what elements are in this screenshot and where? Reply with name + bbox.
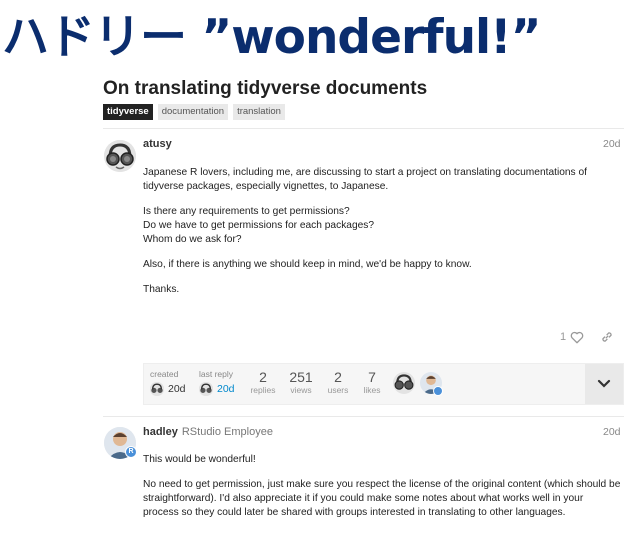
avatar-atusy-mini bbox=[199, 382, 213, 396]
post1-paragraph: Also, if there is anything we should kee… bbox=[143, 259, 472, 270]
post1-paragraph: Thanks. bbox=[143, 284, 180, 295]
views-stat: 251 views bbox=[286, 369, 316, 395]
users-label: users bbox=[327, 385, 349, 395]
topic-last-reply[interactable]: last reply 20d bbox=[199, 369, 235, 396]
avatar-atusy-mini bbox=[150, 382, 164, 396]
participant-avatar-atusy[interactable] bbox=[393, 372, 415, 394]
post2-paragraph: This would be wonderful! bbox=[143, 454, 256, 465]
post2-username-text[interactable]: hadley bbox=[143, 426, 178, 438]
views-label: views bbox=[290, 385, 312, 395]
replies-stat: 2 replies bbox=[248, 369, 278, 395]
divider bbox=[103, 416, 624, 417]
post1-date[interactable]: 20d bbox=[603, 138, 621, 150]
likes-num: 7 bbox=[368, 369, 376, 385]
expand-topic-map-button[interactable] bbox=[585, 364, 623, 404]
like-count: 1 bbox=[560, 331, 567, 343]
post1-question-3: Whom do we ask for? bbox=[143, 234, 242, 245]
rstudio-badge: R bbox=[125, 446, 137, 458]
avatar-atusy[interactable] bbox=[104, 140, 136, 172]
tag-translation[interactable]: translation bbox=[233, 104, 285, 120]
post1-question-1: Is there any requirements to get permiss… bbox=[143, 206, 350, 217]
post2-user-title: RStudio Employee bbox=[181, 426, 273, 438]
topic-tags: tidyverse documentation translation bbox=[103, 104, 285, 120]
post1-username[interactable]: atusy bbox=[143, 138, 172, 150]
post2-body: This would be wonderful! No need to get … bbox=[143, 453, 621, 531]
post1-body: Japanese R lovers, including me, are dis… bbox=[143, 166, 621, 308]
tag-tidyverse[interactable]: tidyverse bbox=[103, 104, 153, 120]
post2-paragraph: No need to get permission, just make sur… bbox=[143, 479, 621, 518]
slide-title: ハドリー ”wonderful!” bbox=[2, 10, 541, 65]
post1-question-2: Do we have to get permissions for each p… bbox=[143, 220, 375, 231]
likes-label: likes bbox=[363, 385, 381, 395]
users-stat: 2 users bbox=[323, 369, 353, 395]
post1-actions: 1 bbox=[560, 330, 614, 344]
chevron-down-icon bbox=[597, 379, 611, 388]
post1-questions: Is there any requirements to get permiss… bbox=[143, 205, 621, 247]
divider bbox=[103, 128, 624, 129]
heart-icon bbox=[570, 331, 584, 343]
tag-documentation[interactable]: documentation bbox=[157, 104, 229, 120]
post2-username[interactable]: hadley RStudio Employee bbox=[143, 426, 273, 438]
link-icon[interactable] bbox=[600, 330, 614, 344]
topic-title[interactable]: On translating tidyverse documents bbox=[103, 78, 427, 100]
last-reply-value: 20d bbox=[217, 383, 235, 395]
users-num: 2 bbox=[334, 369, 342, 385]
post2-date[interactable]: 20d bbox=[603, 426, 621, 438]
like-button[interactable]: 1 bbox=[560, 331, 584, 344]
forum-topic: On translating tidyverse documents tidyv… bbox=[0, 60, 629, 537]
last-reply-label: last reply bbox=[199, 369, 234, 379]
created-label: created bbox=[150, 369, 179, 379]
participant-badge bbox=[433, 386, 443, 396]
topic-map: created 20d last reply 20d 2 replies 251 bbox=[143, 363, 624, 405]
post1-paragraph: Japanese R lovers, including me, are dis… bbox=[143, 167, 587, 192]
views-num: 251 bbox=[289, 369, 313, 385]
likes-stat: 7 likes bbox=[357, 369, 387, 395]
replies-num: 2 bbox=[259, 369, 267, 385]
created-value: 20d bbox=[168, 383, 186, 395]
replies-label: replies bbox=[250, 385, 276, 395]
topic-created[interactable]: created 20d bbox=[150, 369, 186, 396]
